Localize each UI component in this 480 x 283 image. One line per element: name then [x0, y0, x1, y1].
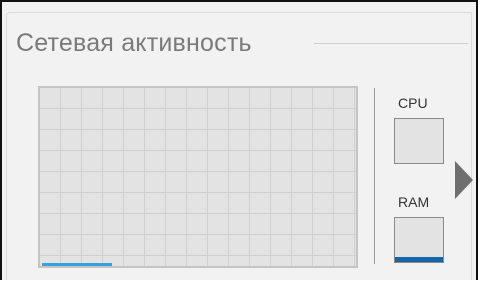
chevron-right-icon[interactable]	[455, 161, 473, 199]
ram-label: RAM	[398, 194, 430, 210]
network-activity-line	[42, 263, 112, 266]
cpu-label: CPU	[398, 95, 428, 111]
network-activity-graph	[38, 86, 358, 268]
vertical-divider	[374, 88, 375, 264]
title-divider	[314, 43, 468, 44]
ram-meter-fill	[395, 257, 443, 262]
ram-meter	[394, 217, 444, 263]
cpu-meter	[394, 118, 444, 164]
panel-title: Сетевая активность	[16, 29, 252, 57]
